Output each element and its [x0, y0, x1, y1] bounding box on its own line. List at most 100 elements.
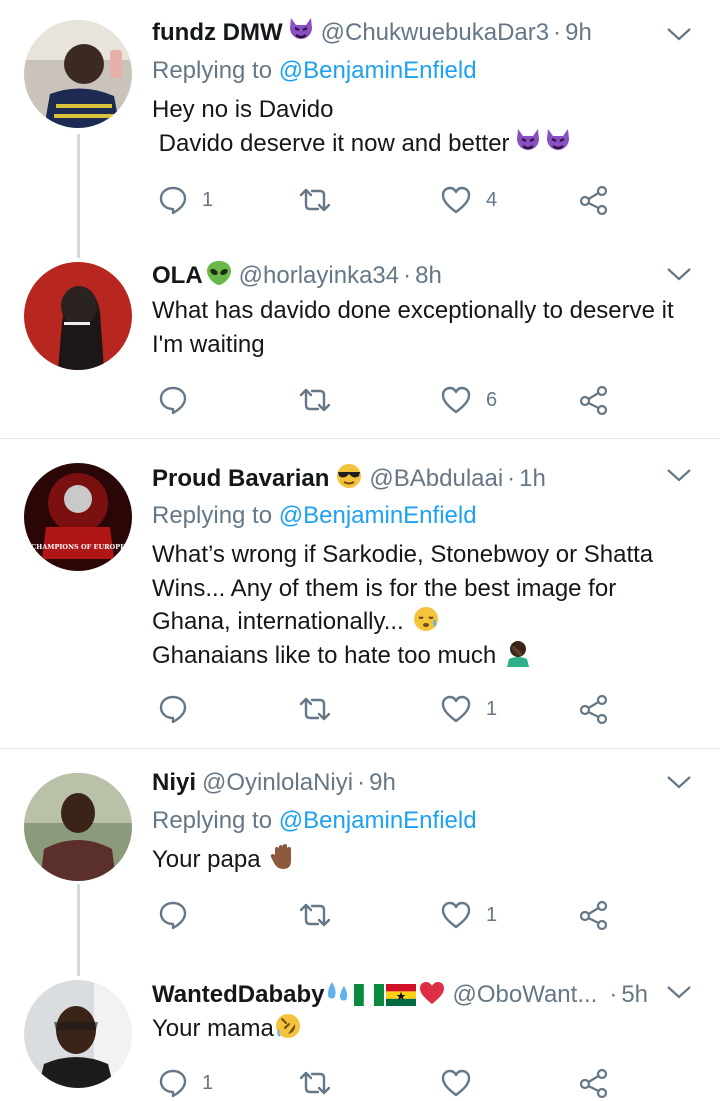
display-name[interactable]: fundz DMW — [152, 19, 283, 46]
chevron-down-icon[interactable] — [666, 467, 692, 483]
tweet-text: Your mama — [152, 1012, 696, 1046]
tweet-actions: 1 4 — [152, 182, 622, 218]
like-icon — [441, 386, 471, 414]
user-handle[interactable]: @OboWant... — [452, 981, 597, 1008]
reply-count: 1 — [202, 1071, 214, 1094]
reply-button[interactable]: 1 — [158, 182, 213, 218]
tweet-actions: 1 — [152, 1065, 622, 1101]
devil-emoji-icon — [287, 16, 315, 44]
tweet-header: OLA @horlayinka34 · 8h — [152, 259, 670, 293]
tweet-text-line: I'm waiting — [152, 330, 265, 358]
person-facepalming-emoji-icon — [504, 639, 532, 667]
avatar[interactable] — [24, 773, 132, 881]
ghana-flag-icon — [386, 984, 417, 1006]
share-button[interactable] — [578, 1065, 610, 1101]
tweet-text: What’s wrong if Sarkodie, Stonebwoy or S… — [152, 538, 696, 672]
user-handle[interactable]: @horlayinka34 — [239, 262, 399, 289]
user-handle[interactable]: @BAbdulaai — [369, 465, 503, 492]
separator-dot: · — [357, 769, 366, 796]
share-button[interactable] — [578, 691, 610, 727]
avatar[interactable] — [24, 980, 132, 1088]
alien-emoji-icon — [205, 259, 233, 287]
share-icon — [579, 185, 608, 216]
separator-dot: · — [553, 19, 562, 46]
chevron-down-icon[interactable] — [666, 26, 692, 42]
raised-hand-emoji-icon — [269, 843, 297, 871]
tweet-text-line: Hey no is Davido — [152, 96, 334, 123]
retweet-icon — [299, 1071, 331, 1095]
reply-button[interactable] — [158, 382, 202, 418]
tweet-text: Hey no is Davido Davido deserve it now a… — [152, 93, 696, 160]
like-button[interactable]: 4 — [440, 182, 497, 218]
tweet-card[interactable]: CHAMPIONS OF EUROPE Proud Bavarian @BAbdu… — [0, 439, 720, 748]
replying-to-label: Replying to — [152, 502, 273, 529]
avatar-caption: CHAMPIONS OF EUROPE — [31, 543, 125, 551]
timestamp[interactable]: 8h — [415, 262, 442, 289]
retweet-button[interactable] — [298, 691, 346, 727]
like-button[interactable]: 1 — [440, 897, 497, 933]
chevron-down-icon[interactable] — [666, 774, 692, 790]
like-button[interactable]: 6 — [440, 382, 497, 418]
like-button[interactable]: 1 — [440, 691, 497, 727]
display-name[interactable]: Proud Bavarian — [152, 465, 329, 492]
like-icon — [441, 901, 471, 929]
tweet-text-line: Your mama — [152, 1015, 274, 1042]
share-icon — [579, 900, 608, 931]
droplets-emoji-icon — [324, 978, 352, 1006]
like-icon — [441, 695, 471, 723]
share-button[interactable] — [578, 897, 610, 933]
tweet-card[interactable]: Niyi @OyinlolaNiyi · 9h Replying to @Benjam… — [0, 749, 720, 960]
mention-link[interactable]: @BenjaminEnfield — [279, 57, 477, 84]
avatar[interactable] — [24, 20, 132, 128]
timestamp[interactable]: 9h — [565, 19, 592, 46]
replying-to: Replying to @BenjaminEnfield — [152, 54, 477, 88]
user-handle[interactable]: @OyinlolaNiyi — [202, 769, 353, 796]
retweet-button[interactable] — [298, 382, 346, 418]
timestamp[interactable]: 9h — [369, 769, 396, 796]
reply-icon — [159, 695, 187, 724]
tweet-card[interactable]: OLA @horlayinka34 · 8h What has davido done… — [0, 240, 720, 438]
reply-count: 1 — [202, 188, 214, 211]
chevron-down-icon[interactable] — [666, 266, 692, 282]
avatar[interactable]: CHAMPIONS OF EUROPE — [24, 463, 132, 571]
nigeria-flag-icon — [354, 984, 385, 1006]
share-icon — [579, 694, 608, 725]
chevron-down-icon[interactable] — [666, 984, 692, 1000]
share-button[interactable] — [578, 382, 610, 418]
replying-to: Replying to @BenjaminEnfield — [152, 499, 477, 533]
tweet-header: Niyi @OyinlolaNiyi · 9h — [152, 766, 670, 800]
tweet-text: Your papa — [152, 843, 696, 877]
replying-to-label: Replying to — [152, 57, 273, 84]
like-count: 6 — [486, 388, 498, 411]
replying-to-label: Replying to — [152, 807, 273, 834]
tweet-header: Proud Bavarian @BAbdulaai · 1h — [152, 462, 670, 496]
share-button[interactable] — [578, 182, 610, 218]
share-icon — [579, 385, 608, 416]
timestamp[interactable]: 1h — [519, 465, 546, 492]
reply-button[interactable] — [158, 897, 202, 933]
avatar[interactable] — [24, 262, 132, 370]
retweet-button[interactable] — [298, 1065, 346, 1101]
tweet-card[interactable]: fundz DMW @ChukwuebukaDar3 · 9h Replying to… — [0, 0, 720, 240]
timestamp[interactable]: 5h — [621, 981, 648, 1008]
like-button[interactable] — [440, 1065, 486, 1101]
share-icon — [579, 1068, 608, 1099]
tweet-text-line: Ghana, internationally... — [152, 608, 404, 635]
display-name[interactable]: WantedDababy — [152, 981, 324, 1008]
reply-icon — [159, 386, 187, 415]
devil-emoji-icon — [544, 127, 572, 155]
tweet-text-line: Your papa — [152, 846, 261, 873]
like-icon — [441, 1069, 471, 1097]
display-name[interactable]: OLA — [152, 262, 203, 289]
user-handle[interactable]: @ChukwuebukaDar3 — [321, 19, 549, 46]
retweet-button[interactable] — [298, 182, 346, 218]
tweet-card[interactable]: WantedDababy @OboWant... · 5h Your mama 1 — [0, 960, 720, 1099]
reply-button[interactable]: 1 — [158, 1065, 213, 1101]
tweet-text-line: Davido deserve it now and better — [152, 129, 510, 157]
retweet-button[interactable] — [298, 897, 346, 933]
mention-link[interactable]: @BenjaminEnfield — [279, 502, 477, 529]
display-name[interactable]: Niyi — [152, 769, 196, 796]
mention-link[interactable]: @BenjaminEnfield — [279, 807, 477, 834]
retweet-icon — [299, 697, 331, 721]
reply-button[interactable] — [158, 691, 202, 727]
